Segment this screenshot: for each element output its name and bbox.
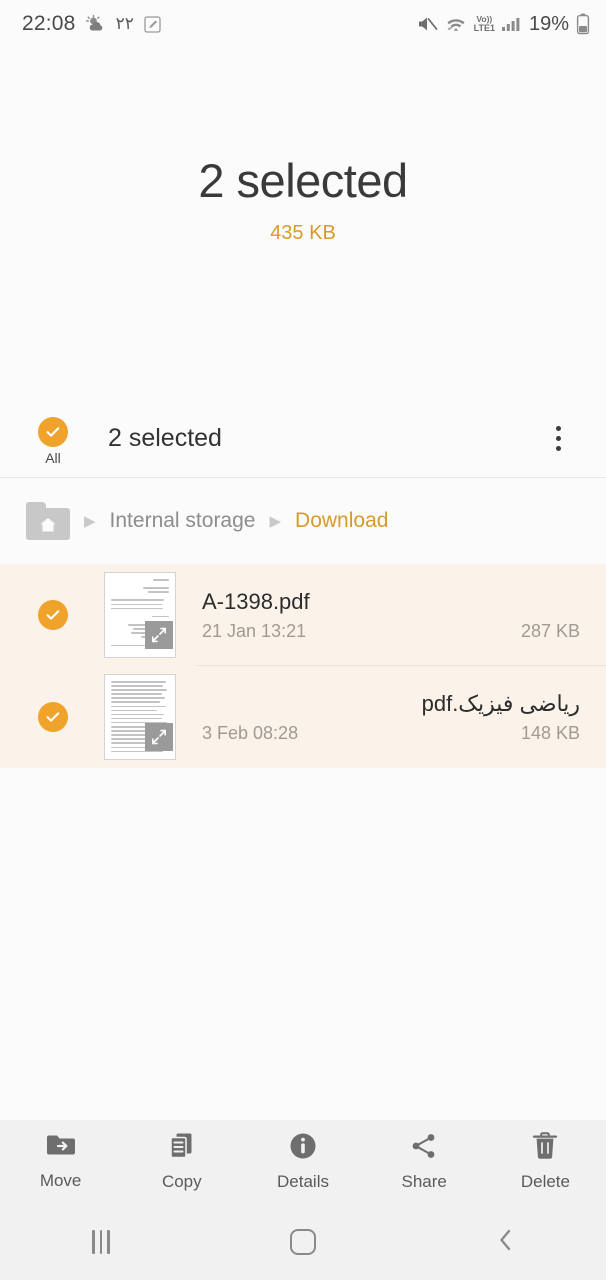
check-icon [38, 702, 68, 732]
status-bar-left: 22:08 ٢٢ [22, 12, 161, 36]
status-temperature: ٢٢ [115, 14, 134, 33]
status-bar-right: Vo)) LTE1 19% [417, 13, 590, 36]
dot [555, 436, 561, 441]
copy-button[interactable]: Copy [121, 1132, 242, 1192]
info-circle-icon [289, 1132, 317, 1165]
status-bar: 22:08 ٢٢ Vo)) LTE1 19% [0, 0, 606, 48]
breadcrumb: ▶ Internal storage ▶ Download [0, 478, 606, 564]
copy-label: Copy [161, 1172, 202, 1191]
mute-icon [417, 15, 438, 33]
selection-size: 435 KB [270, 222, 336, 245]
pdf-page-thumbnail [104, 674, 176, 760]
move-button[interactable]: Move [0, 1133, 121, 1191]
select-all-checkbox[interactable]: All [30, 417, 76, 466]
breadcrumb-item-download[interactable]: Download [295, 509, 388, 533]
delete-button[interactable]: Delete [485, 1132, 606, 1192]
details-button[interactable]: Details [242, 1132, 363, 1192]
more-vertical-icon[interactable] [538, 411, 578, 467]
navigation-bar [0, 1204, 606, 1280]
content-area: 2 selected 435 KB All 2 selected ▶ Inter… [0, 48, 606, 1280]
file-name: ریاضی فیزیک.pdf [421, 691, 580, 717]
file-date: 3 Feb 08:28 [202, 722, 299, 743]
share-label: Share [401, 1172, 447, 1191]
phone-screen: 22:08 ٢٢ Vo)) LTE1 19% 2 selected 435 KB… [0, 0, 606, 1280]
signal-bars-icon [501, 15, 522, 33]
delete-label: Delete [520, 1172, 570, 1191]
bottom-toolbar: Move Copy Details Share Delete [0, 1120, 606, 1204]
dot [555, 426, 561, 431]
back-chevron-icon [495, 1226, 515, 1259]
table-row[interactable]: A-1398.pdf 21 Jan 13:21 287 KB [0, 564, 606, 666]
recents-icon [92, 1230, 110, 1254]
file-size: 148 KB [520, 722, 580, 743]
file-size: 287 KB [520, 620, 580, 641]
expand-icon [145, 621, 173, 649]
share-nodes-icon [410, 1132, 438, 1165]
volte-icon: Vo)) LTE1 [474, 15, 495, 33]
trash-icon [532, 1132, 558, 1165]
file-meta: 3 Feb 08:28 148 KB [202, 723, 580, 744]
share-button[interactable]: Share [364, 1132, 485, 1192]
dot [555, 446, 561, 451]
expand-icon [145, 723, 173, 751]
back-button[interactable] [404, 1226, 606, 1259]
selection-action-bar: All 2 selected [0, 400, 606, 478]
breadcrumb-separator: ▶ [269, 512, 282, 530]
battery-percent: 19% [528, 12, 569, 35]
volte-label-bottom: LTE1 [473, 22, 495, 33]
file-info: A-1398.pdf 21 Jan 13:21 287 KB [202, 588, 580, 642]
file-meta: 21 Jan 13:21 287 KB [202, 621, 580, 642]
file-list: A-1398.pdf 21 Jan 13:21 287 KB ریاضی فیز… [0, 564, 606, 768]
file-checkbox[interactable] [30, 600, 76, 630]
move-label: Move [39, 1171, 82, 1190]
file-checkbox[interactable] [30, 702, 76, 732]
home-button[interactable] [202, 1229, 404, 1255]
home-icon [290, 1229, 316, 1255]
table-row[interactable]: ریاضی فیزیک.pdf 3 Feb 08:28 148 KB [0, 666, 606, 768]
breadcrumb-item-internal-storage[interactable]: Internal storage [110, 509, 256, 533]
page-title: 2 selected [198, 153, 408, 207]
pdf-page-thumbnail [104, 572, 176, 658]
check-icon [38, 600, 68, 630]
home-folder-icon[interactable] [26, 502, 70, 540]
file-info: ریاضی فیزیک.pdf 3 Feb 08:28 148 KB [202, 690, 580, 744]
recents-button[interactable] [0, 1230, 202, 1254]
battery-low-icon [576, 13, 590, 35]
copy-documents-icon [168, 1132, 196, 1165]
status-time: 22:08 [22, 12, 76, 35]
breadcrumb-separator: ▶ [84, 512, 96, 530]
wifi-icon [445, 15, 467, 33]
select-all-label: All [45, 450, 61, 466]
selection-count-label: 2 selected [108, 424, 222, 452]
details-label: Details [277, 1172, 329, 1191]
folder-move-icon [46, 1133, 76, 1164]
file-name: A-1398.pdf [202, 589, 310, 615]
file-date: 21 Jan 13:21 [202, 620, 307, 641]
page-header: 2 selected 435 KB [0, 48, 606, 400]
check-icon [38, 417, 68, 447]
sun-behind-cloud-icon [85, 15, 106, 33]
screenshot-edit-icon [144, 15, 161, 33]
